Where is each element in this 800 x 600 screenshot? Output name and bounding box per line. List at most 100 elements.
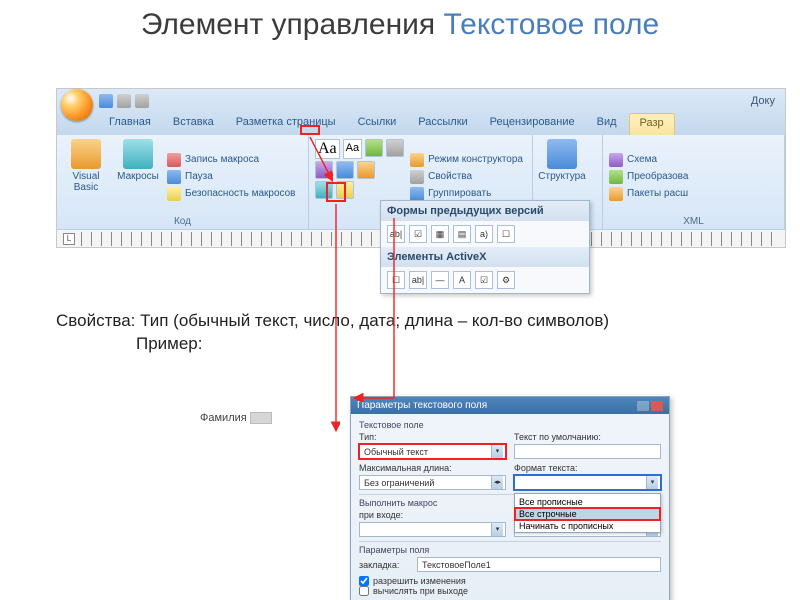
tab-selector-icon[interactable]: L xyxy=(63,233,75,245)
dropdown-control-icon[interactable] xyxy=(315,161,333,179)
properties-text: Свойства: Тип (обычный текст, число, дат… xyxy=(56,310,776,333)
transform-label: Преобразова xyxy=(627,171,688,182)
picture-control-icon[interactable] xyxy=(365,139,383,157)
tab-view[interactable]: Вид xyxy=(587,113,627,135)
macros-button[interactable]: Макросы xyxy=(115,139,161,214)
field-label: Фамилия xyxy=(200,412,247,424)
frame-icon[interactable]: ▤ xyxy=(453,225,471,243)
pause-macro-label: Пауза xyxy=(185,171,213,182)
ax-more-icon[interactable]: ⚙ xyxy=(497,271,515,289)
pause-macro-button[interactable]: Пауза xyxy=(167,170,296,184)
bookmark-label: закладка: xyxy=(359,560,409,570)
slide-title-prefix: Элемент управления xyxy=(141,8,444,41)
tab-developer[interactable]: Разр xyxy=(629,113,675,135)
slide-title-accent: Текстовое поле xyxy=(444,8,660,41)
checkbox-form-field-icon[interactable]: ☑ xyxy=(409,225,427,243)
macro-security-button[interactable]: Безопасность макросов xyxy=(167,187,296,201)
design-mode-button[interactable]: Режим конструктора xyxy=(410,153,523,167)
text-form-field-placeholder[interactable] xyxy=(250,412,272,424)
dialog-titlebar: Параметры текстового поля xyxy=(351,397,669,414)
legacy-forms-header: Формы предыдущих версий xyxy=(381,201,589,221)
office-button-icon[interactable] xyxy=(61,89,93,121)
calc-on-exit-label: вычислять при выходе xyxy=(373,586,468,596)
reset-form-fields-icon[interactable]: ☐ xyxy=(497,225,515,243)
ax-label-icon[interactable]: A xyxy=(453,271,471,289)
format-option-titlecase[interactable]: Начинать с прописных xyxy=(515,520,660,532)
tab-references[interactable]: Ссылки xyxy=(348,113,407,135)
tab-insert[interactable]: Вставка xyxy=(163,113,224,135)
tab-mailings[interactable]: Рассылки xyxy=(408,113,477,135)
visual-basic-label: Visual Basic xyxy=(72,171,99,193)
group-xml-label: XML xyxy=(609,214,778,227)
default-text-input[interactable] xyxy=(514,444,661,459)
properties-button[interactable]: Свойства xyxy=(410,170,523,184)
maxlen-label: Максимальная длина: xyxy=(359,463,506,473)
group-code: Visual Basic Макросы Запись макроса Пауз… xyxy=(57,135,309,229)
dropdown-form-field-icon[interactable]: ▦ xyxy=(431,225,449,243)
expansion-packs-icon xyxy=(609,187,623,201)
checkbox-icon xyxy=(359,586,369,596)
shading-icon[interactable]: a) xyxy=(475,225,493,243)
expansion-packs-button[interactable]: Пакеты расш xyxy=(609,187,688,201)
format-option-lower[interactable]: Все строчные xyxy=(515,508,660,520)
chevron-down-icon: ▾ xyxy=(646,476,658,489)
slide-title: Элемент управления Текстовое поле xyxy=(0,0,800,49)
tab-review[interactable]: Рецензирование xyxy=(480,113,585,135)
maxlen-select[interactable]: Без ограничений◂▸ xyxy=(359,475,506,490)
type-select[interactable]: Обычный текст▾ xyxy=(359,444,506,459)
close-button-icon[interactable] xyxy=(651,401,663,411)
ax-textbox-icon[interactable]: ab| xyxy=(409,271,427,289)
shield-icon xyxy=(167,187,181,201)
group-xml: Схема Преобразова Пакеты расш XML xyxy=(603,135,785,229)
spinner-icon: ◂▸ xyxy=(491,476,503,489)
allow-edit-label: разрешить изменения xyxy=(373,576,466,586)
undo-icon[interactable] xyxy=(117,94,131,108)
structure-icon xyxy=(547,139,577,169)
quick-access-toolbar xyxy=(99,94,149,108)
text-field-options-dialog: Параметры текстового поля Текстовое поле… xyxy=(350,396,670,600)
calc-on-exit-checkbox[interactable]: вычислять при выходе xyxy=(359,586,661,596)
allow-edit-checkbox[interactable]: разрешить изменения xyxy=(359,576,661,586)
ax-checkbox-icon[interactable]: ☐ xyxy=(387,271,405,289)
ribbon-tabs: Главная Вставка Разметка страницы Ссылки… xyxy=(57,113,785,135)
properties-icon xyxy=(410,170,424,184)
tab-page-layout[interactable]: Разметка страницы xyxy=(226,113,346,135)
redo-icon[interactable] xyxy=(135,94,149,108)
transform-button[interactable]: Преобразова xyxy=(609,170,688,184)
format-select[interactable]: ▾ xyxy=(514,475,661,490)
format-option-upper[interactable]: Все прописные xyxy=(515,496,660,508)
design-mode-icon xyxy=(410,153,424,167)
format-dropdown-list: Все прописные Все строчные Начинать с пр… xyxy=(514,493,661,533)
macro-in-select[interactable]: ▾ xyxy=(359,522,506,537)
properties-label: Свойства xyxy=(428,171,472,182)
legacy-tools-dropdown-icon[interactable] xyxy=(336,181,354,199)
activex-row: ☐ ab| — A ☑ ⚙ xyxy=(381,267,589,293)
record-macro-button[interactable]: Запись макроса xyxy=(167,153,296,167)
combobox-control-icon[interactable] xyxy=(386,139,404,157)
ax-option-icon[interactable]: ☑ xyxy=(475,271,493,289)
type-value: Обычный текст xyxy=(364,447,428,457)
window-title: Доку xyxy=(751,95,781,107)
slide-body-text: Свойства: Тип (обычный текст, число, дат… xyxy=(56,310,776,356)
plain-text-control-icon[interactable]: Aa xyxy=(343,139,362,159)
group-button[interactable]: Группировать xyxy=(410,187,523,201)
bookmark-input[interactable]: ТекстовоеПоле1 xyxy=(417,557,661,572)
visual-basic-icon xyxy=(71,139,101,169)
schema-button[interactable]: Схема xyxy=(609,153,688,167)
record-icon xyxy=(167,153,181,167)
transform-icon xyxy=(609,170,623,184)
ax-button-icon[interactable]: — xyxy=(431,271,449,289)
text-form-field-icon[interactable]: ab| xyxy=(387,225,405,243)
save-icon[interactable] xyxy=(99,94,113,108)
building-block-control-icon[interactable] xyxy=(357,161,375,179)
macro-security-label: Безопасность макросов xyxy=(185,188,296,199)
pause-icon xyxy=(167,170,181,184)
date-picker-control-icon[interactable] xyxy=(336,161,354,179)
legacy-tools-icon[interactable] xyxy=(315,181,333,199)
help-button-icon[interactable] xyxy=(637,401,649,411)
section-field-params: Параметры поля xyxy=(359,541,661,555)
group-icon xyxy=(410,187,424,201)
visual-basic-button[interactable]: Visual Basic xyxy=(63,139,109,214)
rich-text-control-icon[interactable]: Aa xyxy=(315,139,340,159)
tab-home[interactable]: Главная xyxy=(99,113,161,135)
